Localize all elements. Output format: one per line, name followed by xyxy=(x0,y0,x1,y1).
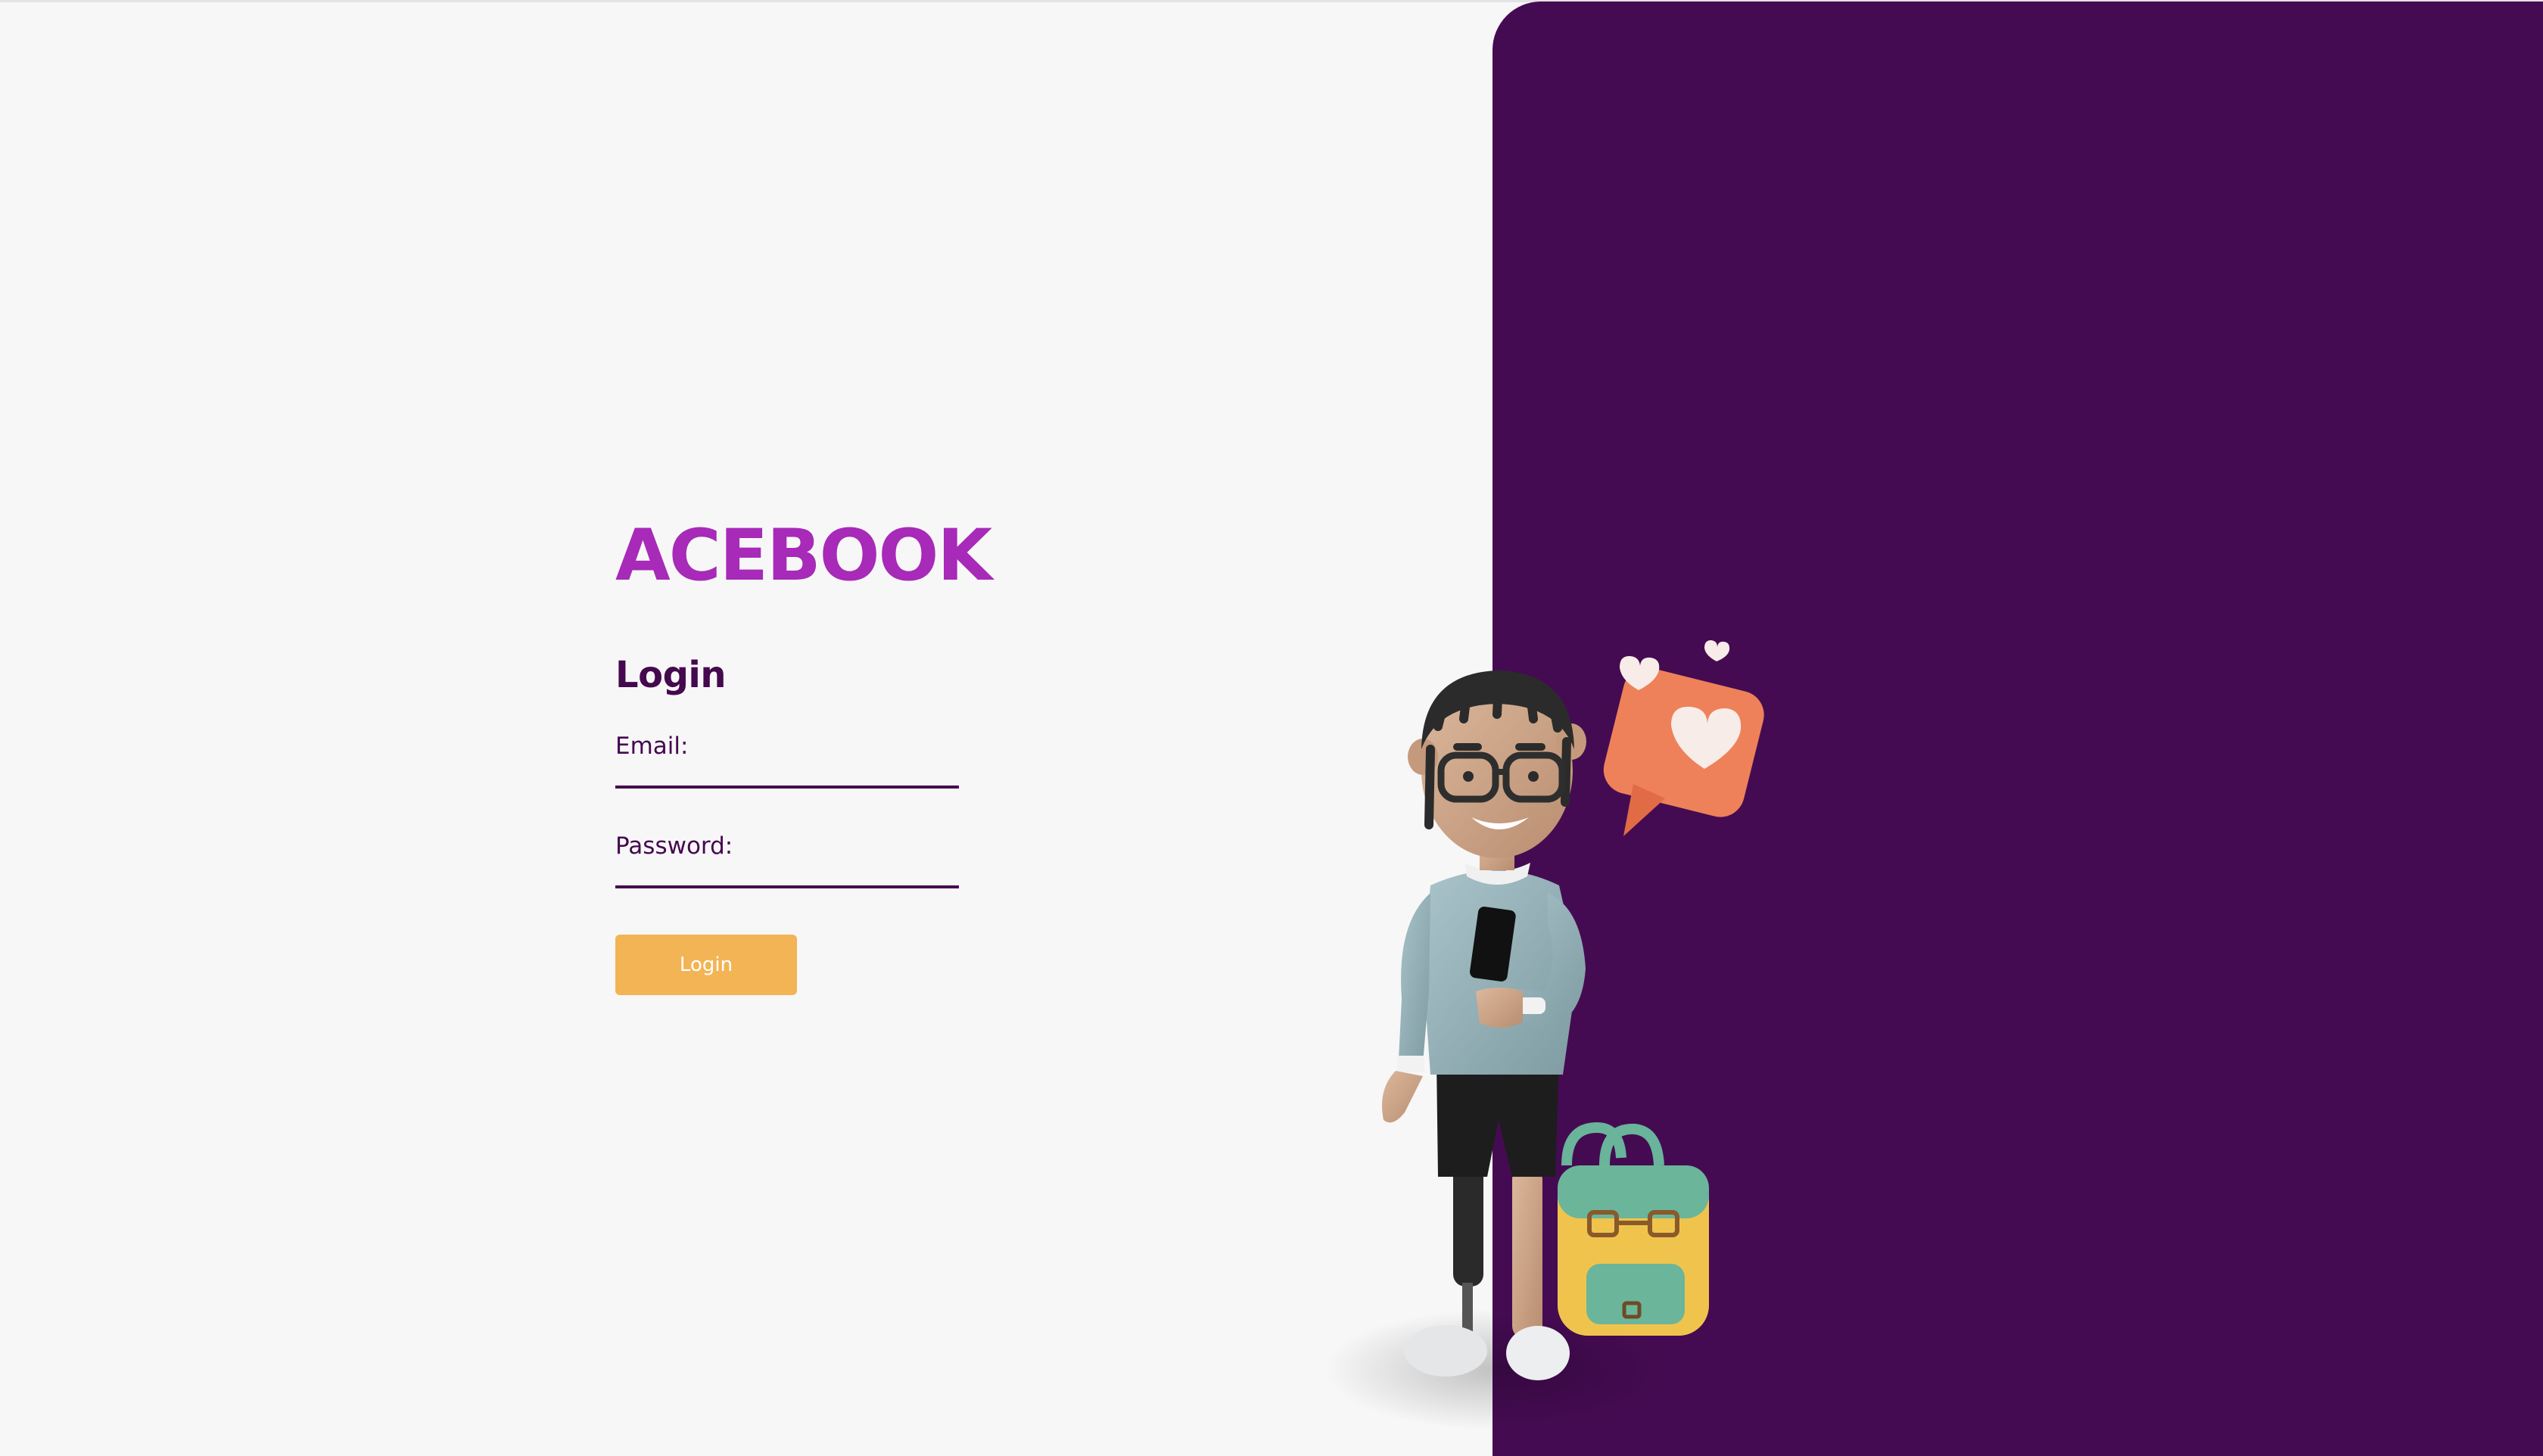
email-field[interactable] xyxy=(615,755,959,789)
backpack-icon xyxy=(1558,1122,1709,1336)
login-heading: Login xyxy=(615,654,727,696)
app-title: ACEBOOK xyxy=(615,515,992,597)
login-button[interactable]: Login xyxy=(615,935,797,995)
heart-notification-icon xyxy=(1603,640,1764,836)
login-form: ACEBOOK Login Email: Password: Login xyxy=(615,515,992,995)
person-with-phone-icon xyxy=(1324,640,1764,1430)
password-field[interactable] xyxy=(615,855,959,888)
